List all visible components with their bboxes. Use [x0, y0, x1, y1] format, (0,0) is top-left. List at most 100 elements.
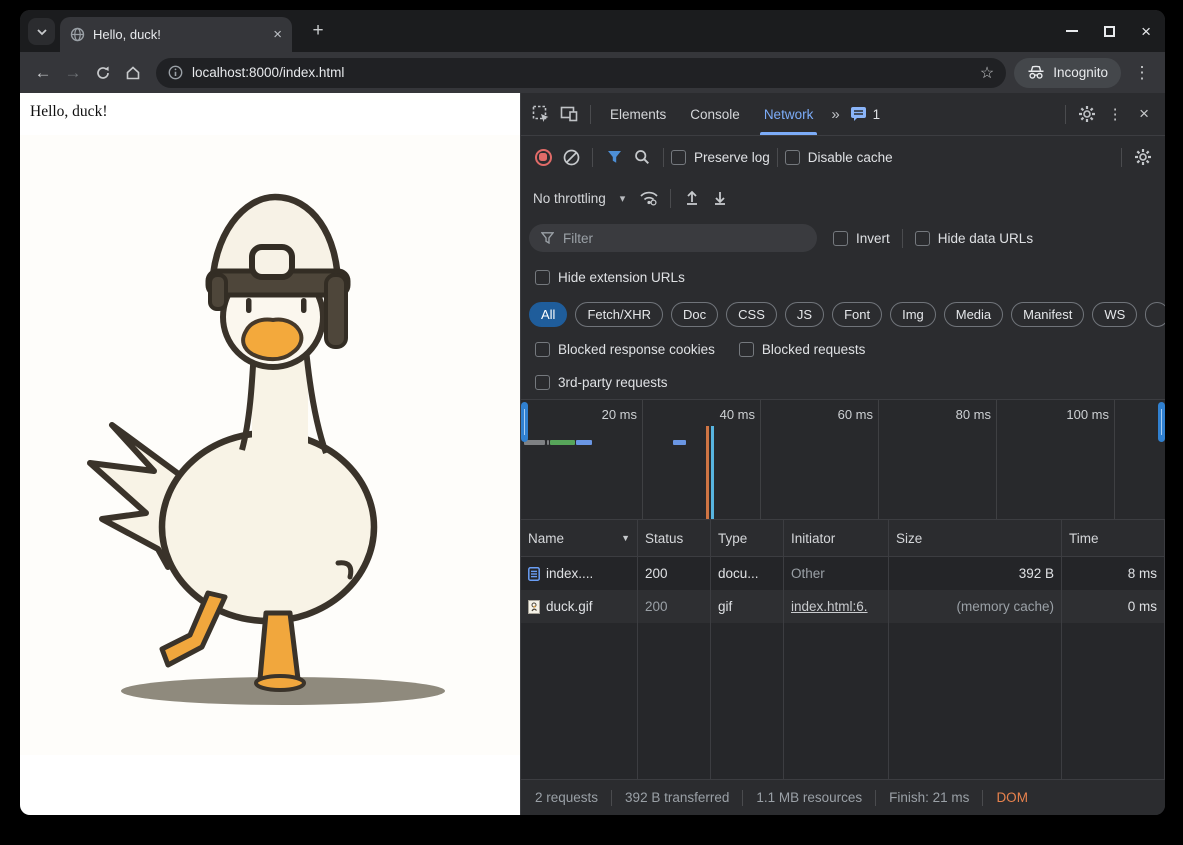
- cell-name[interactable]: index....: [521, 557, 638, 590]
- minimize-button[interactable]: [1066, 30, 1078, 32]
- close-window-button[interactable]: ×: [1141, 23, 1151, 40]
- filter-input[interactable]: Filter: [529, 224, 817, 252]
- table-row-index[interactable]: index.... 200 docu... Other 392 B 8 ms: [521, 557, 1165, 590]
- chip-media[interactable]: Media: [944, 302, 1003, 327]
- column-header-size[interactable]: Size: [889, 520, 1062, 557]
- column-header-initiator[interactable]: Initiator: [784, 520, 889, 557]
- devtools-close-button[interactable]: ×: [1129, 104, 1159, 124]
- cell-size[interactable]: (memory cache): [889, 590, 1062, 623]
- clear-network-log-button[interactable]: [557, 143, 585, 171]
- browser-menu-button[interactable]: ⋮: [1127, 58, 1157, 88]
- chip-manifest[interactable]: Manifest: [1011, 302, 1084, 327]
- cell-status[interactable]: 200: [638, 590, 711, 623]
- third-party-requests-checkbox[interactable]: 3rd-party requests: [535, 375, 668, 390]
- back-button[interactable]: ←: [28, 58, 58, 88]
- issues-counter[interactable]: 1: [844, 106, 887, 122]
- disable-cache-checkbox[interactable]: Disable cache: [785, 150, 893, 165]
- column-header-status[interactable]: Status: [638, 520, 711, 557]
- tab-console[interactable]: Console: [678, 93, 752, 135]
- chip-partial[interactable]: [1145, 302, 1165, 327]
- devtools-settings-button[interactable]: [1073, 100, 1101, 128]
- chip-font[interactable]: Font: [832, 302, 882, 327]
- tab-search-button[interactable]: [28, 18, 55, 45]
- home-icon: [125, 65, 141, 81]
- page-heading: Hello, duck!: [30, 103, 107, 121]
- forward-button[interactable]: →: [58, 58, 88, 88]
- chip-doc[interactable]: Doc: [671, 302, 718, 327]
- chip-fetch-xhr[interactable]: Fetch/XHR: [575, 302, 663, 327]
- cell-time[interactable]: 8 ms: [1062, 557, 1165, 590]
- timeline-right-handle[interactable]: [1158, 402, 1165, 442]
- maximize-button[interactable]: [1104, 26, 1115, 37]
- url-bar[interactable]: localhost:8000/index.html ☆: [156, 58, 1006, 88]
- cell-size[interactable]: 392 B: [889, 557, 1062, 590]
- filter-placeholder: Filter: [563, 231, 593, 246]
- import-har-button[interactable]: [678, 184, 706, 212]
- cell-type[interactable]: gif: [711, 590, 784, 623]
- image-thumbnail-icon: [528, 600, 540, 614]
- waterfall-bar-cached: [673, 440, 686, 445]
- filter-toggle-button[interactable]: [600, 143, 628, 171]
- upload-icon: [684, 190, 700, 206]
- hide-extension-urls-checkbox[interactable]: Hide extension URLs: [535, 270, 685, 285]
- transferred-size: 392 B transferred: [611, 790, 742, 806]
- finish-time: Finish: 21 ms: [875, 790, 982, 806]
- table-row-duck-gif[interactable]: duck.gif 200 gif index.html:6. (memory c…: [521, 590, 1165, 623]
- column-header-name[interactable]: Name ▼: [521, 520, 638, 557]
- record-network-log-button[interactable]: [529, 143, 557, 171]
- network-overview-timeline[interactable]: 20 ms 40 ms 60 ms 80 ms 100 ms: [521, 400, 1165, 520]
- device-toolbar-button[interactable]: [555, 100, 583, 128]
- document-icon: [528, 567, 540, 581]
- blocked-response-cookies-checkbox[interactable]: Blocked response cookies: [535, 342, 715, 357]
- devtools-menu-button[interactable]: ⋮: [1101, 100, 1129, 128]
- cell-time[interactable]: 0 ms: [1062, 590, 1165, 623]
- chevron-down-icon: [36, 28, 48, 36]
- throttling-select[interactable]: No throttling: [533, 191, 606, 206]
- tick-label: 40 ms: [685, 407, 755, 422]
- chip-css[interactable]: CSS: [726, 302, 777, 327]
- more-tabs-button[interactable]: »: [825, 106, 843, 123]
- sort-desc-icon: ▼: [621, 533, 630, 543]
- new-tab-button[interactable]: +: [306, 19, 330, 43]
- column-header-type[interactable]: Type: [711, 520, 784, 557]
- network-settings-button[interactable]: [1129, 143, 1157, 171]
- checkbox-icon: [671, 150, 686, 165]
- bookmark-star-icon[interactable]: ☆: [980, 63, 994, 83]
- funnel-icon: [607, 150, 622, 164]
- divider: [902, 229, 903, 248]
- tick-label: 20 ms: [567, 407, 637, 422]
- hide-data-urls-checkbox[interactable]: Hide data URLs: [915, 231, 1033, 246]
- preserve-log-checkbox[interactable]: Preserve log: [671, 150, 770, 165]
- home-button[interactable]: [118, 58, 148, 88]
- cell-type[interactable]: docu...: [711, 557, 784, 590]
- chip-img[interactable]: Img: [890, 302, 936, 327]
- cell-status[interactable]: 200: [638, 557, 711, 590]
- chip-ws[interactable]: WS: [1092, 302, 1137, 327]
- timeline-left-handle[interactable]: [521, 402, 528, 442]
- requests-table-header: Name ▼ Status Type Initiator Size Time: [521, 520, 1165, 557]
- column-header-time[interactable]: Time: [1062, 520, 1165, 557]
- device-toolbar-icon: [560, 106, 578, 122]
- download-icon: [712, 190, 728, 206]
- export-har-button[interactable]: [706, 184, 734, 212]
- initiator-link[interactable]: index.html:6.: [791, 599, 868, 614]
- tab-network[interactable]: Network: [752, 93, 826, 135]
- inspect-element-button[interactable]: [527, 100, 555, 128]
- url-text[interactable]: localhost:8000/index.html: [192, 65, 971, 80]
- blocked-requests-checkbox[interactable]: Blocked requests: [739, 342, 866, 357]
- load-event-line: [706, 426, 709, 519]
- network-conditions-button[interactable]: [635, 184, 663, 212]
- site-info-icon[interactable]: [168, 65, 183, 80]
- browser-tab[interactable]: Hello, duck! ×: [60, 17, 292, 52]
- chip-all[interactable]: All: [529, 302, 567, 327]
- tick-label: 80 ms: [921, 407, 991, 422]
- reload-button[interactable]: [88, 58, 118, 88]
- tab-elements[interactable]: Elements: [598, 93, 678, 135]
- tab-close-button[interactable]: ×: [273, 26, 282, 43]
- cell-name[interactable]: duck.gif: [521, 590, 638, 623]
- search-button[interactable]: [628, 143, 656, 171]
- chip-js[interactable]: JS: [785, 302, 824, 327]
- invert-checkbox[interactable]: Invert: [833, 231, 890, 246]
- cell-initiator[interactable]: Other: [784, 557, 889, 590]
- cell-initiator[interactable]: index.html:6.: [784, 590, 889, 623]
